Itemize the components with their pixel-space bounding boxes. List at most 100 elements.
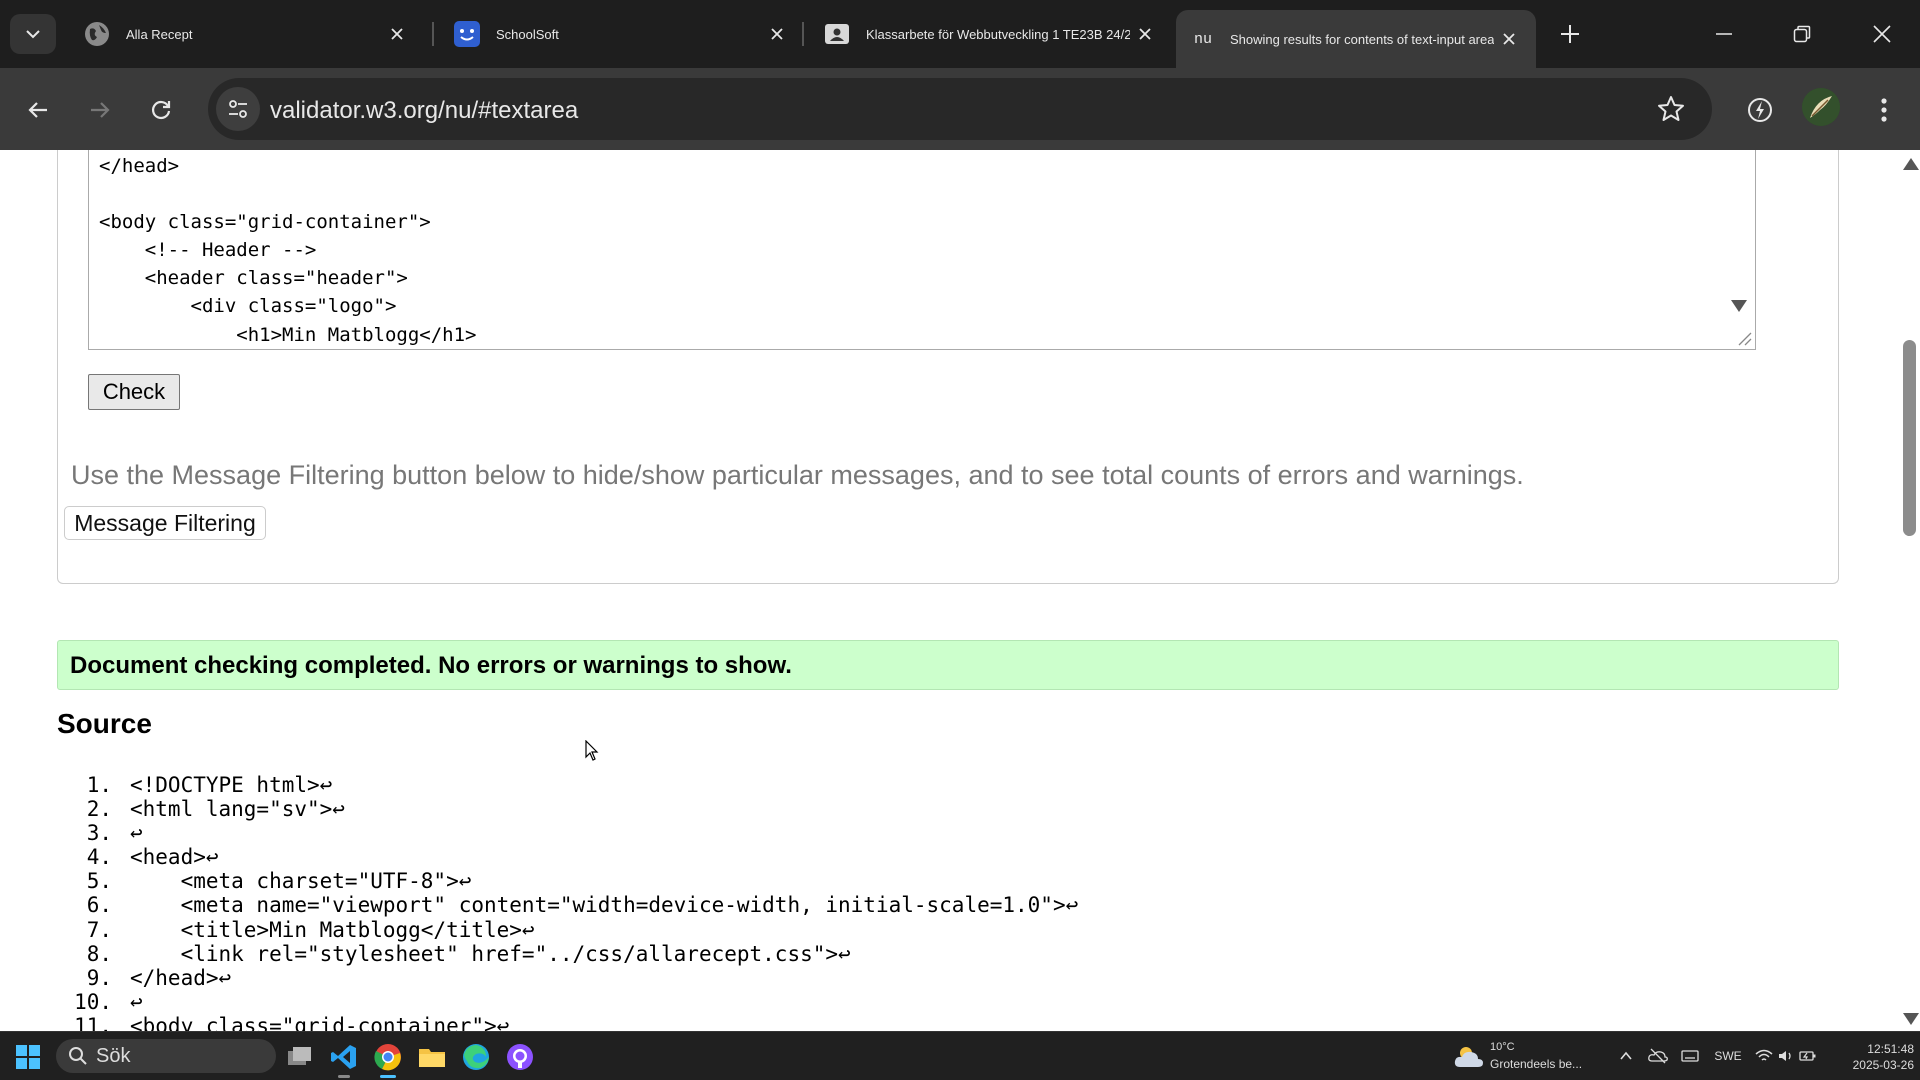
task-view-icon[interactable]: [282, 1039, 318, 1075]
tab-search-button[interactable]: [10, 14, 56, 54]
site-info-button[interactable]: [216, 87, 260, 131]
profile-avatar[interactable]: [1802, 88, 1840, 126]
weather-widget[interactable]: 10°C Grotendeels be...: [1454, 1041, 1584, 1073]
minimize-icon: [1716, 33, 1732, 35]
tune-icon: [229, 100, 247, 118]
search-icon: [69, 1047, 87, 1065]
textarea-scroll-down-icon[interactable]: [1731, 300, 1747, 312]
line-code: ↩: [130, 989, 143, 1014]
minimize-button[interactable]: [1694, 14, 1754, 54]
line-code: <!DOCTYPE html>↩: [130, 773, 333, 797]
performance-icon[interactable]: [1740, 90, 1780, 130]
source-line: 2. <html lang="sv">↩: [40, 797, 1540, 821]
language-indicator[interactable]: SWE: [1712, 1044, 1744, 1068]
scroll-up-arrow-icon[interactable]: [1903, 158, 1919, 170]
line-number: 1.: [86, 773, 112, 797]
classroom-icon: [824, 21, 850, 47]
tray-overflow-chevron-icon[interactable]: [1614, 1044, 1638, 1068]
restore-icon: [1793, 25, 1811, 43]
system-clock[interactable]: 12:51:48 2025-03-26: [1834, 1041, 1914, 1073]
tab-validator-active[interactable]: nu Showing results for contents of text-…: [1176, 10, 1536, 68]
weather-temperature: 10°C: [1490, 1041, 1515, 1053]
textarea-content[interactable]: </head> <body class="grid-container"> <!…: [99, 152, 477, 349]
bookmark-star-icon[interactable]: [1656, 94, 1686, 124]
windows-taskbar: Sök 10°C Grotendeels be... SWE 12:51:48 …: [0, 1031, 1920, 1080]
tab-title: SchoolSoft: [496, 26, 559, 42]
line-code: <head>↩: [130, 845, 219, 870]
running-indicator: [338, 1075, 350, 1078]
chrome-icon[interactable]: [370, 1039, 406, 1078]
keyboard-icon[interactable]: [1678, 1044, 1702, 1068]
line-code: <body class="grid-container">↩: [130, 1013, 510, 1031]
tab-title: Showing results for contents of text-inp…: [1230, 31, 1494, 47]
browser-toolbar: validator.w3.org/nu/#textarea: [0, 68, 1920, 150]
source-line: 11. <body class="grid-container">↩: [40, 1014, 1540, 1031]
new-tab-button[interactable]: [1553, 17, 1587, 51]
more-vert-icon: [1881, 98, 1887, 122]
source-textarea[interactable]: </head> <body class="grid-container"> <!…: [88, 150, 1756, 350]
close-tab-icon[interactable]: [1130, 19, 1160, 49]
file-explorer-icon[interactable]: [414, 1039, 450, 1075]
source-line: 4. <head>↩: [40, 845, 1540, 869]
tab-alla-recept[interactable]: Alla Recept: [64, 10, 424, 58]
message-filtering-button[interactable]: Message Filtering: [64, 506, 266, 540]
battery-charging-icon[interactable]: [1796, 1044, 1820, 1068]
line-code: <meta charset="UTF-8">↩: [130, 869, 472, 894]
close-window-button[interactable]: [1852, 14, 1912, 54]
search-placeholder: Sök: [96, 1044, 131, 1067]
check-button[interactable]: Check: [88, 374, 180, 410]
close-tab-icon[interactable]: [382, 19, 412, 49]
line-number: 5.: [86, 869, 112, 894]
line-number: 11.: [74, 1013, 112, 1031]
close-icon: [1873, 25, 1891, 43]
url-text[interactable]: validator.w3.org/nu/#textarea: [270, 97, 578, 125]
line-number: 8.: [86, 941, 112, 966]
address-bar[interactable]: validator.w3.org/nu/#textarea: [208, 78, 1712, 140]
github-desktop-icon[interactable]: [502, 1039, 538, 1075]
line-code: <html lang="sv">↩: [130, 797, 345, 822]
taskbar-search[interactable]: Sök: [56, 1039, 276, 1073]
restore-button[interactable]: [1772, 14, 1832, 54]
tab-title: Klassarbete för Webbutveckling 1 TE23B 2…: [866, 26, 1130, 42]
volume-icon[interactable]: [1774, 1044, 1798, 1068]
reload-icon: [151, 100, 171, 120]
close-tab-icon[interactable]: [762, 19, 792, 49]
arrow-left-icon: [28, 102, 47, 118]
source-line: 9. </head>↩: [40, 966, 1540, 990]
running-indicator-active: [380, 1075, 396, 1078]
clock-date: 2025-03-26: [1852, 1058, 1914, 1072]
vscode-icon[interactable]: [326, 1039, 362, 1078]
line-code: <meta name="viewport" content="width=dev…: [130, 893, 1079, 918]
menu-button[interactable]: [1864, 90, 1904, 130]
clock-time: 12:51:48: [1867, 1042, 1914, 1056]
line-number: 2.: [86, 797, 112, 822]
reload-button[interactable]: [141, 90, 181, 130]
edge-icon[interactable]: [458, 1039, 494, 1075]
windows-start-icon[interactable]: [16, 1045, 40, 1069]
source-line: 6. <meta name="viewport" content="width=…: [40, 893, 1540, 917]
message-filtering-info: Use the Message Filtering button below t…: [71, 460, 1524, 490]
onedrive-offline-icon[interactable]: [1646, 1044, 1670, 1068]
tab-strip: Alla Recept SchoolSoft Klassarbete för W…: [0, 0, 1920, 68]
result-success-banner: Document checking completed. No errors o…: [57, 640, 1839, 690]
source-line: 3. ↩: [40, 821, 1540, 845]
page-scrollbar[interactable]: [1900, 150, 1920, 1031]
line-code: </head>↩: [130, 965, 232, 990]
tab-klassarbete[interactable]: Klassarbete för Webbutveckling 1 TE23B 2…: [804, 10, 1172, 58]
line-code: <link rel="stylesheet" href="../css/alla…: [130, 941, 851, 966]
source-line: 10. ↩: [40, 990, 1540, 1014]
line-number: 10.: [74, 989, 112, 1014]
scrollbar-thumb[interactable]: [1903, 340, 1916, 536]
avatar-image-icon: [1802, 88, 1840, 126]
resize-grip-icon[interactable]: [1731, 325, 1753, 347]
line-number: 7.: [86, 917, 112, 942]
close-tab-icon[interactable]: [1494, 24, 1524, 54]
source-line: 5. <meta charset="UTF-8">↩: [40, 869, 1540, 893]
tab-schoolsoft[interactable]: SchoolSoft: [434, 10, 804, 58]
wifi-icon[interactable]: [1752, 1044, 1776, 1068]
line-number: 4.: [86, 845, 112, 870]
forward-button[interactable]: [80, 90, 120, 130]
tab-title: Alla Recept: [126, 26, 193, 42]
back-button[interactable]: [18, 90, 58, 130]
scroll-down-arrow-icon[interactable]: [1903, 1013, 1919, 1025]
